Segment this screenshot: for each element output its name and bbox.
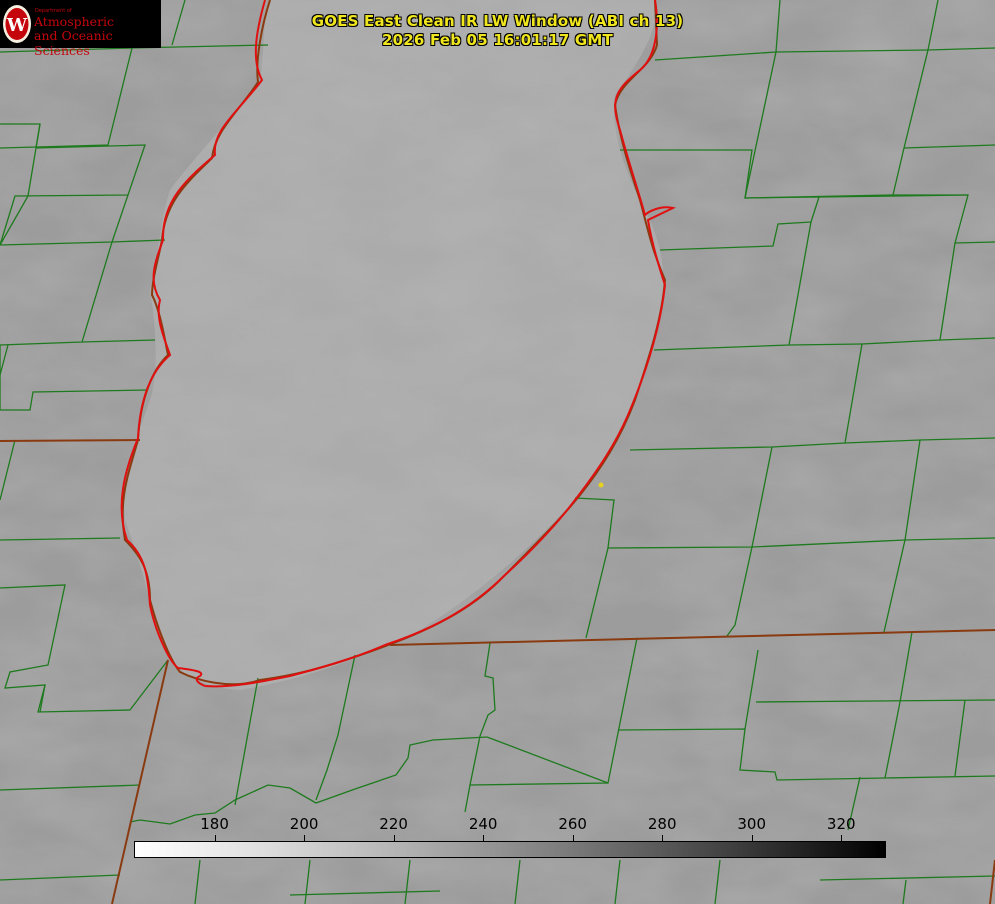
satellite-image-view: W Department of Atmospheric and Oceanic … [0,0,995,904]
colorbar-tick-label: 280 [647,815,677,833]
image-title: GOES East Clean IR LW Window (ABI ch 13) [311,12,684,30]
satellite-map [0,0,995,904]
colorbar-tick [841,835,843,841]
colorbar-tick-label: 260 [558,815,587,833]
colorbar-tick [214,835,216,841]
colorbar-tick-label: 180 [200,815,229,833]
colorbar-tick [662,835,664,841]
colorbar-tick-label: 240 [468,815,498,833]
colorbar-tick-label: 200 [289,815,319,833]
colorbar-tick [393,835,395,841]
colorbar-tick [304,835,306,841]
ir-texture-light [0,0,995,904]
colorbar-tick [572,835,574,841]
colorbar-tick-label: 220 [379,815,408,833]
colorbar [134,841,886,858]
colorbar-tick-label: 300 [737,815,767,833]
image-timestamp: 2026 Feb 05 16:01:17 GMT [382,31,613,49]
colorbar-tick [483,835,485,841]
colorbar-tick [751,835,753,841]
colorbar-tick-label: 320 [826,815,856,833]
location-marker [598,482,604,488]
